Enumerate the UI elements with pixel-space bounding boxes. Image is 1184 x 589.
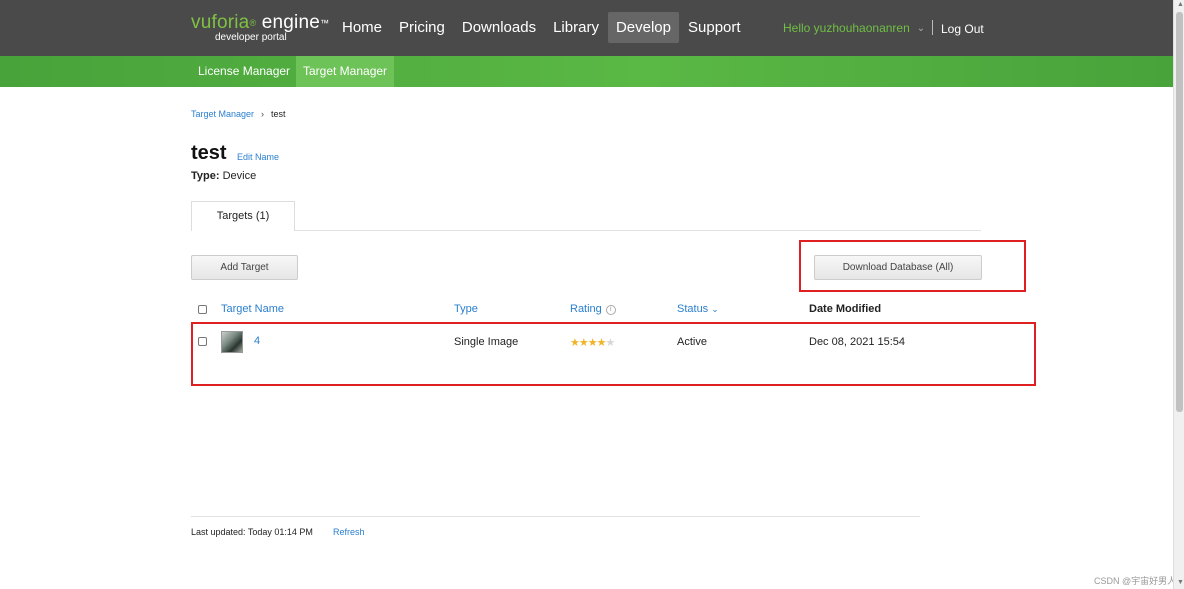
- tab-divider: [295, 230, 981, 231]
- tab-targets[interactable]: Targets (1): [191, 201, 295, 231]
- breadcrumb-separator-icon: ›: [261, 109, 265, 119]
- type-value: Device: [222, 170, 257, 182]
- tab-bar: Targets (1): [191, 201, 295, 231]
- nav-downloads[interactable]: Downloads: [454, 12, 544, 43]
- header-status-label: Status: [677, 303, 709, 315]
- type-label: Type:: [191, 170, 220, 182]
- edit-name-link[interactable]: Edit Name: [237, 152, 279, 162]
- user-greeting: Hello yuzhouhaonanren: [783, 21, 910, 35]
- database-type: Type: Device: [191, 170, 256, 182]
- subnav-license-manager[interactable]: License Manager: [191, 56, 297, 87]
- page-title: test: [191, 142, 227, 164]
- watermark: CSDN @宇宙好男人: [1094, 576, 1177, 586]
- logout-link[interactable]: Log Out: [941, 22, 984, 36]
- nav-develop[interactable]: Develop: [607, 12, 679, 43]
- highlight-box-download: [799, 240, 1026, 292]
- select-all-checkbox[interactable]: [198, 305, 207, 314]
- header-rating[interactable]: Rating i: [570, 303, 616, 315]
- chevron-down-icon: ⌄: [916, 22, 926, 34]
- logo-brand-suffix: engine: [256, 12, 321, 33]
- scrollbar-thumb[interactable]: [1176, 12, 1183, 412]
- sub-navbar: License Manager Target Manager: [0, 56, 1173, 87]
- header-rating-label: Rating: [570, 303, 602, 315]
- nav-home[interactable]: Home: [334, 12, 390, 43]
- page-scrollbar[interactable]: ▲ ▼: [1173, 0, 1184, 589]
- header-date-modified[interactable]: Date Modified: [809, 303, 881, 315]
- page: vuforia® engine™ developer portal Home P…: [0, 0, 1184, 589]
- top-navbar: vuforia® engine™ developer portal Home P…: [0, 0, 1173, 56]
- header-target-name[interactable]: Target Name: [221, 303, 284, 315]
- user-menu[interactable]: Hello yuzhouhaonanren ⌄: [783, 21, 925, 35]
- breadcrumb: Target Manager › test: [191, 109, 286, 119]
- vuforia-logo[interactable]: vuforia® engine™ developer portal: [191, 13, 329, 44]
- sort-chevron-icon: ⌄: [711, 304, 719, 314]
- logo-subtitle: developer portal: [215, 32, 287, 43]
- logo-trademark: ™: [320, 18, 330, 28]
- highlight-box-target-row: [191, 322, 1036, 386]
- scroll-down-arrow-icon[interactable]: ▼: [1177, 579, 1184, 586]
- scroll-up-arrow-icon[interactable]: ▲: [1177, 1, 1184, 8]
- breadcrumb-root[interactable]: Target Manager: [191, 109, 254, 119]
- logo-brand-prefix: vuforia: [191, 12, 250, 33]
- nav-support[interactable]: Support: [680, 12, 749, 43]
- breadcrumb-current: test: [271, 109, 286, 119]
- logo-brand: vuforia® engine™: [191, 13, 329, 33]
- footer-divider: [191, 516, 920, 517]
- nav-pricing[interactable]: Pricing: [391, 12, 453, 43]
- nav-divider: [932, 20, 933, 35]
- refresh-link[interactable]: Refresh: [333, 527, 365, 537]
- nav-library[interactable]: Library: [545, 12, 607, 43]
- last-updated-text: Last updated: Today 01:14 PM: [191, 527, 313, 537]
- add-target-button[interactable]: Add Target: [191, 255, 298, 280]
- header-status[interactable]: Status ⌄: [677, 303, 719, 315]
- header-type[interactable]: Type: [454, 303, 478, 315]
- main-nav: Home Pricing Downloads Library Develop S…: [334, 12, 750, 43]
- subnav-target-manager[interactable]: Target Manager: [296, 56, 395, 87]
- info-icon[interactable]: i: [605, 305, 616, 315]
